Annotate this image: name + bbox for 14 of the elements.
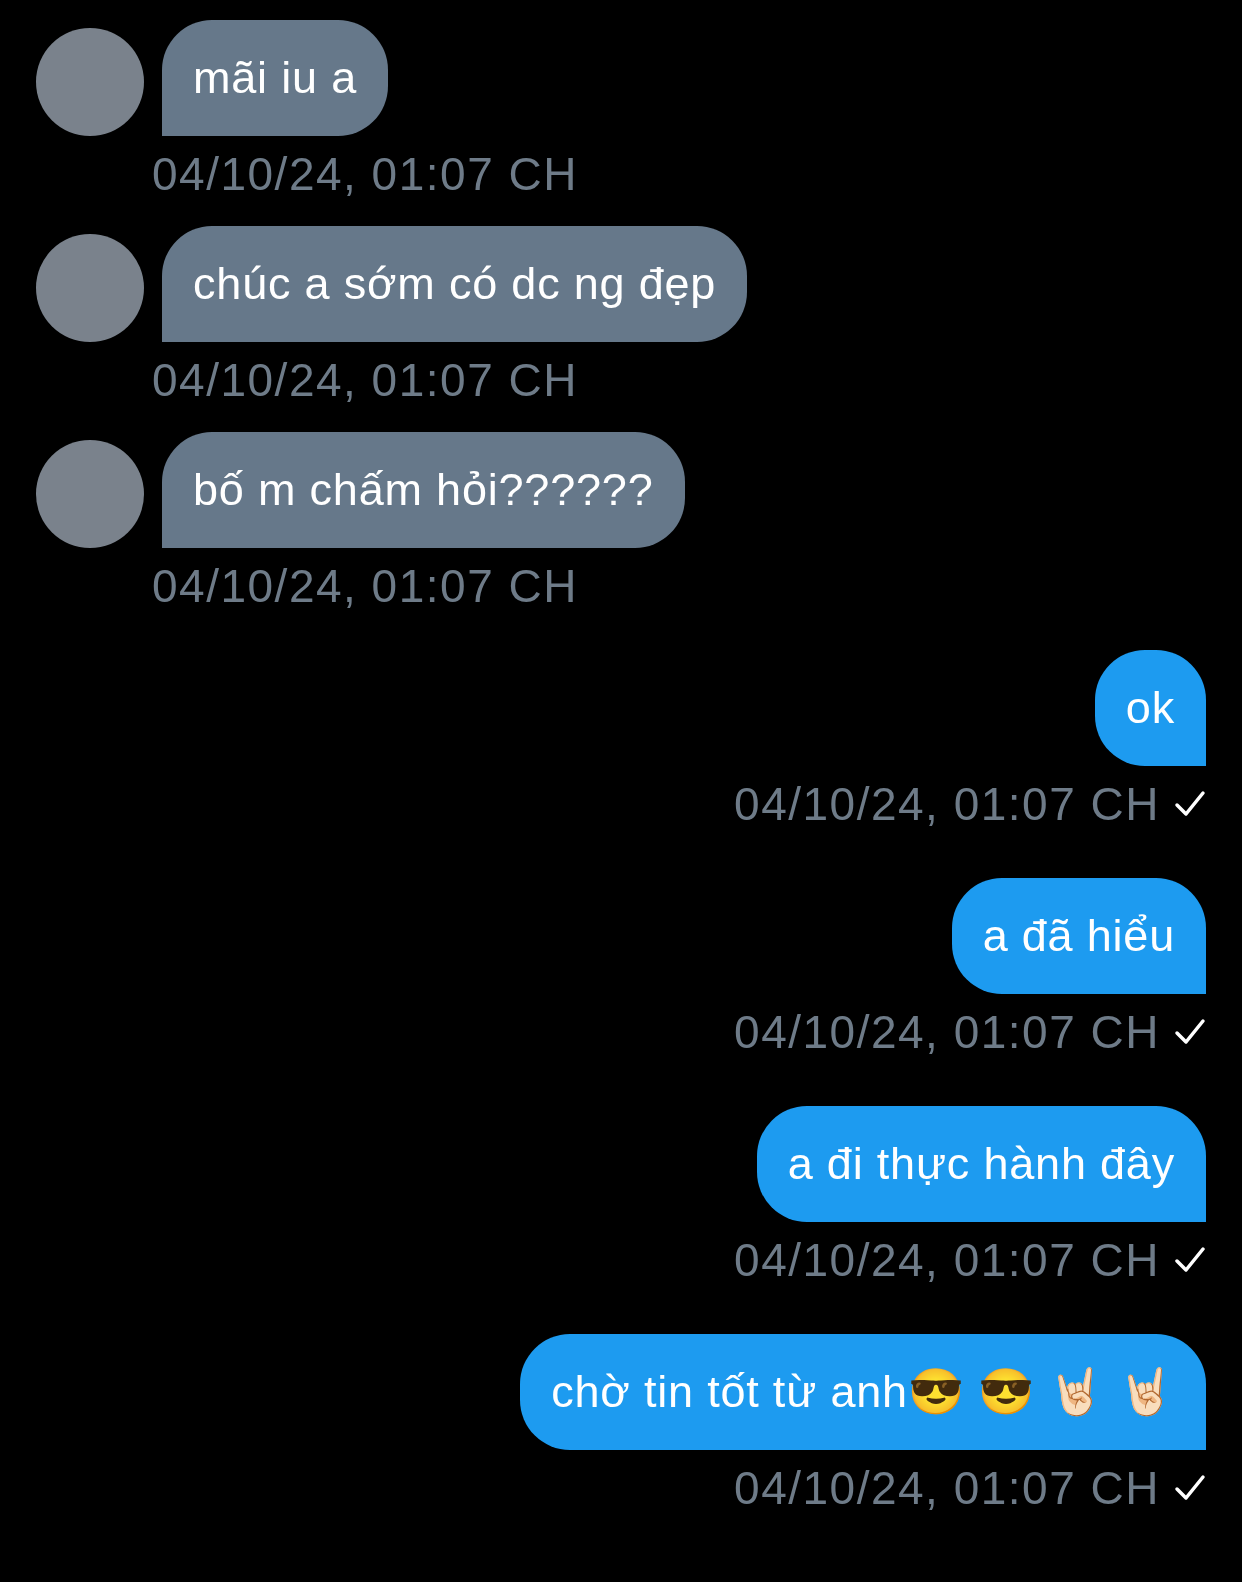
message-bubble[interactable]: chờ tin tốt từ anh😎 😎 🤘🏻 🤘🏻	[520, 1334, 1206, 1450]
message-timestamp: 04/10/24, 01:07 CH	[734, 1234, 1160, 1286]
message-timestamp: 04/10/24, 01:07 CH	[734, 1462, 1160, 1514]
message-timestamp: 04/10/24, 01:07 CH	[152, 148, 578, 200]
message-timestamp: 04/10/24, 01:07 CH	[152, 560, 578, 612]
message-bubble[interactable]: chúc a sớm có dc ng đẹp	[162, 226, 748, 342]
message-timestamp: 04/10/24, 01:07 CH	[152, 354, 578, 406]
message-timestamp: 04/10/24, 01:07 CH	[734, 778, 1160, 830]
message-bubble[interactable]: a đã hiểu	[951, 878, 1206, 994]
message-bubble[interactable]: a đi thực hành đây	[756, 1106, 1206, 1222]
message-timestamp: 04/10/24, 01:07 CH	[734, 1006, 1160, 1058]
message-bubble[interactable]: ok	[1094, 650, 1206, 766]
message-bubble[interactable]: mãi iu a	[162, 20, 388, 136]
message-bubble[interactable]: bố m chấm hỏi??????	[162, 432, 685, 548]
